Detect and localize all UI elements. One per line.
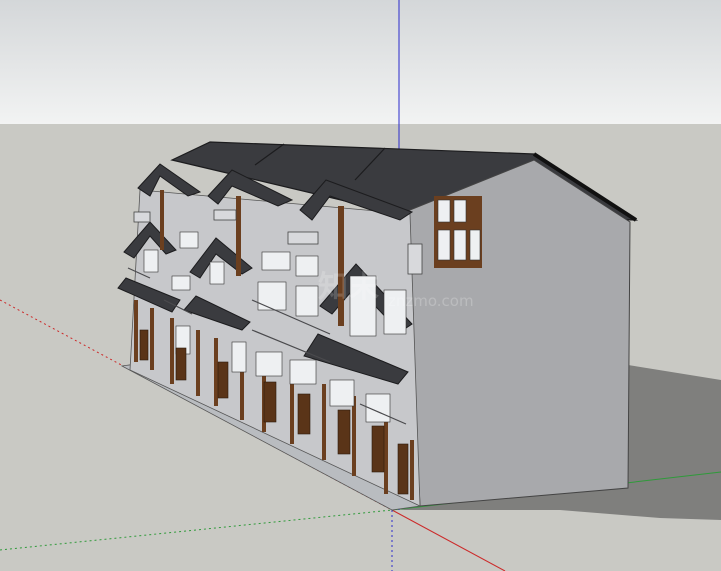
gable-window-4 (453, 229, 467, 261)
gable-window-5 (469, 229, 481, 261)
gable-window-1 (437, 199, 451, 223)
sketchup-viewport[interactable]: 知末 znzmo.com (0, 0, 721, 571)
sky (0, 0, 721, 124)
3d-model-canvas[interactable] (0, 0, 721, 571)
gable-window-2 (453, 199, 467, 223)
gable-window-3 (437, 229, 451, 261)
